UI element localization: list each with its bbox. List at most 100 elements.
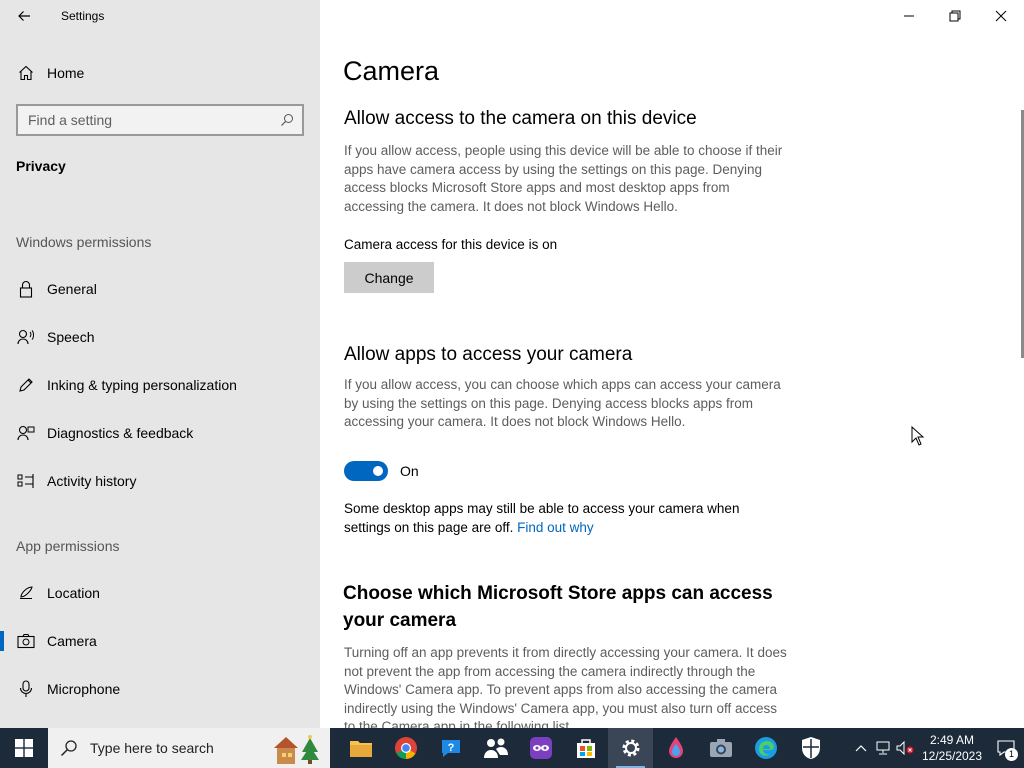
minimize-button[interactable] <box>886 0 932 32</box>
section-label-app-permissions: App permissions <box>16 538 120 554</box>
section-heading-app-access: Allow apps to access your camera <box>344 344 633 365</box>
tray-network[interactable] <box>872 728 894 768</box>
sidebar-item-label: Speech <box>47 329 95 345</box>
section-heading-device-access: Allow access to the camera on this devic… <box>344 108 697 129</box>
tray-overflow-button[interactable] <box>850 728 872 768</box>
minimize-icon <box>904 15 914 17</box>
holiday-house-icon <box>274 735 319 764</box>
app-access-description: If you allow access, you can choose whic… <box>344 377 781 429</box>
taskbar-search[interactable]: Type here to search <box>48 728 330 768</box>
network-icon <box>876 741 890 755</box>
taskbar-store[interactable] <box>563 728 608 768</box>
page-title: Camera <box>343 56 440 86</box>
taskbar-search-placeholder: Type here to search <box>90 740 214 756</box>
main-content: Camera Allow access to the camera on thi… <box>320 0 1024 728</box>
mask-app-icon <box>529 737 552 759</box>
taskbar-get-help[interactable]: ? <box>428 728 473 768</box>
sidebar-item-label: Home <box>47 65 85 81</box>
home-icon <box>16 63 36 83</box>
window-controls <box>886 0 1024 32</box>
lock-icon <box>16 279 36 299</box>
sidebar-item-home[interactable]: Home <box>0 52 320 94</box>
taskbar-security[interactable] <box>788 728 833 768</box>
camera-icon <box>16 631 36 651</box>
store-apps-description: Turning off an app prevents it from dire… <box>344 645 787 728</box>
camera-app-icon <box>709 739 732 757</box>
taskbar-chrome[interactable] <box>383 728 428 768</box>
security-icon <box>801 737 820 759</box>
find-setting-search[interactable] <box>16 104 304 136</box>
taskbar-people[interactable] <box>473 728 518 768</box>
close-icon <box>995 10 1007 22</box>
sidebar-item-label: Diagnostics & feedback <box>47 425 194 441</box>
sidebar-item-camera[interactable]: Camera <box>0 621 320 661</box>
sidebar-item-diagnostics[interactable]: Diagnostics & feedback <box>0 413 320 453</box>
desktop-apps-note: Some desktop apps may still be able to a… <box>344 500 784 537</box>
timeline-icon <box>16 471 36 491</box>
taskbar-file-explorer[interactable] <box>338 728 383 768</box>
toggle-state-label: On <box>400 463 419 479</box>
speech-icon <box>16 327 36 347</box>
sidebar-item-general[interactable]: General <box>0 269 320 309</box>
mouse-cursor-icon <box>911 426 925 446</box>
back-arrow-icon <box>18 11 30 21</box>
change-button[interactable]: Change <box>344 262 434 293</box>
window-title: Settings <box>61 9 105 23</box>
sidebar-item-microphone[interactable]: Microphone <box>0 669 320 709</box>
taskbar-apps: ? <box>338 728 833 768</box>
chevron-up-icon <box>855 745 867 752</box>
close-button[interactable] <box>978 0 1024 32</box>
windows-logo-icon <box>15 739 33 757</box>
restore-button[interactable] <box>932 0 978 32</box>
camera-access-toggle[interactable] <box>344 461 388 481</box>
edge-icon <box>754 737 777 759</box>
sidebar-item-label: Microphone <box>47 681 121 697</box>
titlebar-left: Settings <box>0 0 320 32</box>
search-icon <box>60 740 77 757</box>
chrome-icon <box>394 737 417 759</box>
taskbar-clock[interactable]: 2:49 AM 12/25/2023 <box>916 732 988 764</box>
help-icon: ? <box>441 740 460 757</box>
feedback-icon <box>16 423 36 443</box>
search-icon <box>281 114 293 126</box>
sidebar-item-activity-history[interactable]: Activity history <box>0 461 320 501</box>
settings-icon <box>622 739 639 757</box>
sidebar-item-label: Camera <box>47 633 97 649</box>
store-icon <box>576 739 595 758</box>
pen-icon <box>16 375 36 395</box>
paint-icon <box>668 737 683 758</box>
people-icon <box>483 738 508 758</box>
sidebar-item-inking[interactable]: Inking & typing personalization <box>0 365 320 405</box>
notification-badge: 1 <box>1005 748 1018 761</box>
clock-time: 2:49 AM <box>929 733 975 747</box>
start-button[interactable] <box>0 728 48 768</box>
sidebar-item-label: Inking & typing personalization <box>47 377 237 393</box>
system-tray: 2:49 AM 12/25/2023 1 <box>850 728 1024 768</box>
taskbar-mask-app[interactable] <box>518 728 563 768</box>
camera-access-toggle-row: On <box>344 461 419 481</box>
sidebar-item-speech[interactable]: Speech <box>0 317 320 357</box>
taskbar: Type here to search ? 2:49 AM 12/25/2023… <box>0 728 1024 768</box>
section-heading-store-apps: Choose which Microsoft Store apps can ac… <box>343 583 773 631</box>
taskbar-settings[interactable] <box>608 728 653 768</box>
back-button[interactable] <box>0 0 48 32</box>
restore-icon <box>949 10 961 22</box>
search-input[interactable] <box>28 112 280 128</box>
microphone-icon <box>16 679 36 699</box>
action-center-button[interactable]: 1 <box>988 728 1024 768</box>
location-icon <box>16 583 36 603</box>
volume-muted-icon <box>896 741 914 755</box>
taskbar-edge[interactable] <box>743 728 788 768</box>
group-title: Privacy <box>16 158 66 174</box>
find-out-why-link[interactable]: Find out why <box>517 520 594 535</box>
sidebar-item-label: Activity history <box>47 473 137 489</box>
settings-sidebar: Settings Home Privacy Windows permission… <box>0 0 320 728</box>
clock-date: 12/25/2023 <box>921 749 983 763</box>
taskbar-camera-app[interactable] <box>698 728 743 768</box>
file-explorer-icon <box>349 741 372 757</box>
section-label-windows-permissions: Windows permissions <box>16 234 152 250</box>
sidebar-item-location[interactable]: Location <box>0 573 320 613</box>
sidebar-item-label: Location <box>47 585 100 601</box>
taskbar-paint[interactable] <box>653 728 698 768</box>
tray-volume[interactable] <box>894 728 916 768</box>
